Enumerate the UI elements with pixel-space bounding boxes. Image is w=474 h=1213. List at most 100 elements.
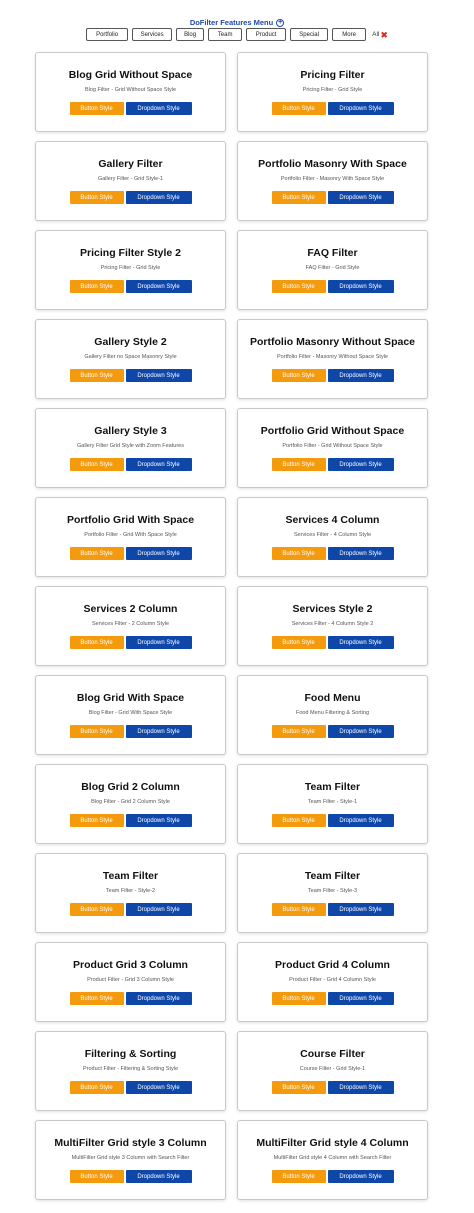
filter-special-button[interactable]: Special <box>290 28 329 41</box>
dropdown-style-button[interactable]: Dropdown Style <box>327 547 394 560</box>
dropdown-style-button[interactable]: Dropdown Style <box>327 725 394 738</box>
menu-title-text[interactable]: DoFilter Features Menu <box>190 18 273 27</box>
filter-services-button[interactable]: Services <box>132 28 173 41</box>
feature-card: Blog Grid Without Space Blog Filter - Gri… <box>35 52 226 132</box>
button-style-button[interactable]: Button Style <box>69 369 124 382</box>
button-style-button[interactable]: Button Style <box>271 903 326 916</box>
button-style-button[interactable]: Button Style <box>69 992 124 1005</box>
feature-card: Services Style 2 Services Filter - 4 Colu… <box>237 586 428 666</box>
dropdown-style-button[interactable]: Dropdown Style <box>125 280 192 293</box>
feature-card: Blog Grid 2 Column Blog Filter - Grid 2 C… <box>35 764 226 844</box>
button-style-button[interactable]: Button Style <box>271 102 326 115</box>
card-title: Pricing Filter <box>300 69 365 81</box>
feature-card: FAQ Filter FAQ Filter - Grid Style Button … <box>237 230 428 310</box>
feature-card: MultiFilter Grid style 4 Column MultiFilt… <box>237 1120 428 1200</box>
button-style-button[interactable]: Button Style <box>271 191 326 204</box>
card-subtitle: Team Filter - Style-2 <box>105 888 156 894</box>
plus-circle-icon[interactable]: + <box>276 18 285 27</box>
card-title: Services 4 Column <box>285 514 380 526</box>
feature-card: Pricing Filter Style 2 Pricing Filter - G… <box>35 230 226 310</box>
button-style-button[interactable]: Button Style <box>69 903 124 916</box>
card-title: Team Filter <box>102 870 159 882</box>
filter-team-button[interactable]: Team <box>208 28 243 41</box>
card-title: Portfolio Masonry Without Space <box>250 336 415 348</box>
dropdown-style-button[interactable]: Dropdown Style <box>327 102 394 115</box>
card-button-row: Button Style Dropdown Style <box>69 191 192 204</box>
card-subtitle: Food Menu Filtering & Sorting <box>295 710 370 716</box>
dropdown-style-button[interactable]: Dropdown Style <box>125 636 192 649</box>
card-button-row: Button Style Dropdown Style <box>271 1170 394 1183</box>
button-style-button[interactable]: Button Style <box>271 992 326 1005</box>
dropdown-style-button[interactable]: Dropdown Style <box>125 547 192 560</box>
filter-more-button[interactable]: More <box>332 28 367 41</box>
feature-card: Gallery Style 2 Gallery Filter no Space M… <box>35 319 226 399</box>
button-style-button[interactable]: Button Style <box>69 458 124 471</box>
feature-card: MultiFilter Grid style 3 Column MultiFilt… <box>35 1120 226 1200</box>
dropdown-style-button[interactable]: Dropdown Style <box>327 369 394 382</box>
card-subtitle: Team Filter - Style-1 <box>307 799 358 805</box>
feature-card: Product Grid 4 Column Product Filter - Gr… <box>237 942 428 1022</box>
card-button-row: Button Style Dropdown Style <box>271 725 394 738</box>
dropdown-style-button[interactable]: Dropdown Style <box>125 903 192 916</box>
button-style-button[interactable]: Button Style <box>271 814 326 827</box>
card-subtitle: Pricing Filter - Grid Style <box>302 87 363 93</box>
dropdown-style-button[interactable]: Dropdown Style <box>327 992 394 1005</box>
button-style-button[interactable]: Button Style <box>271 547 326 560</box>
dropdown-style-button[interactable]: Dropdown Style <box>125 814 192 827</box>
filter-all-toggle[interactable]: All ✖ <box>372 30 388 39</box>
filter-portfolio-button[interactable]: Portfolio <box>86 28 129 41</box>
button-style-button[interactable]: Button Style <box>271 636 326 649</box>
card-button-row: Button Style Dropdown Style <box>69 1170 192 1183</box>
dropdown-style-button[interactable]: Dropdown Style <box>125 369 192 382</box>
card-title: Pricing Filter Style 2 <box>80 247 181 259</box>
button-style-button[interactable]: Button Style <box>69 191 124 204</box>
dropdown-style-button[interactable]: Dropdown Style <box>125 1170 192 1183</box>
dropdown-style-button[interactable]: Dropdown Style <box>327 636 394 649</box>
button-style-button[interactable]: Button Style <box>271 280 326 293</box>
dropdown-style-button[interactable]: Dropdown Style <box>327 458 394 471</box>
card-subtitle: Product Filter - Grid 4 Column Style <box>289 977 376 983</box>
button-style-button[interactable]: Button Style <box>271 725 326 738</box>
dropdown-style-button[interactable]: Dropdown Style <box>125 102 192 115</box>
dropdown-style-button[interactable]: Dropdown Style <box>327 191 394 204</box>
button-style-button[interactable]: Button Style <box>69 547 124 560</box>
dropdown-style-button[interactable]: Dropdown Style <box>327 1170 394 1183</box>
dropdown-style-button[interactable]: Dropdown Style <box>125 725 192 738</box>
button-style-button[interactable]: Button Style <box>69 814 124 827</box>
feature-card: Team Filter Team Filter - Style-2 Button S… <box>35 853 226 933</box>
card-button-row: Button Style Dropdown Style <box>69 458 192 471</box>
dropdown-style-button[interactable]: Dropdown Style <box>125 191 192 204</box>
dropdown-style-button[interactable]: Dropdown Style <box>125 458 192 471</box>
dropdown-style-button[interactable]: Dropdown Style <box>327 903 394 916</box>
filter-all-label[interactable]: All <box>372 31 379 38</box>
dropdown-style-button[interactable]: Dropdown Style <box>327 814 394 827</box>
button-style-button[interactable]: Button Style <box>69 280 124 293</box>
card-subtitle: MultiFilter Grid style 3 Column with Sea… <box>71 1155 190 1161</box>
filter-blog-button[interactable]: Blog <box>176 28 205 41</box>
button-style-button[interactable]: Button Style <box>69 725 124 738</box>
card-subtitle: Gallery Filter - Grid Style-1 <box>97 176 164 182</box>
button-style-button[interactable]: Button Style <box>69 1170 124 1183</box>
card-title: Filtering & Sorting <box>84 1048 177 1060</box>
feature-card: Food Menu Food Menu Filtering & Sorting Bu… <box>237 675 428 755</box>
card-subtitle: Portfolio Filter - Masonry With Space St… <box>280 176 385 182</box>
button-style-button[interactable]: Button Style <box>271 369 326 382</box>
button-style-button[interactable]: Button Style <box>271 1081 326 1094</box>
dropdown-style-button[interactable]: Dropdown Style <box>327 1081 394 1094</box>
menu-title[interactable]: DoFilter Features Menu + <box>190 18 285 27</box>
button-style-button[interactable]: Button Style <box>271 1170 326 1183</box>
feature-card: Portfolio Masonry Without Space Portfolio… <box>237 319 428 399</box>
button-style-button[interactable]: Button Style <box>69 102 124 115</box>
card-subtitle: Services Filter - 4 Column Style <box>293 532 372 538</box>
button-style-button[interactable]: Button Style <box>69 1081 124 1094</box>
button-style-button[interactable]: Button Style <box>271 458 326 471</box>
dropdown-style-button[interactable]: Dropdown Style <box>125 1081 192 1094</box>
card-button-row: Button Style Dropdown Style <box>271 102 394 115</box>
dropdown-style-button[interactable]: Dropdown Style <box>327 280 394 293</box>
dropdown-style-button[interactable]: Dropdown Style <box>125 992 192 1005</box>
close-icon[interactable]: ✖ <box>380 30 388 39</box>
card-title: FAQ Filter <box>307 247 358 259</box>
card-title: Food Menu <box>304 692 361 704</box>
button-style-button[interactable]: Button Style <box>69 636 124 649</box>
filter-product-button[interactable]: Product <box>246 28 287 41</box>
